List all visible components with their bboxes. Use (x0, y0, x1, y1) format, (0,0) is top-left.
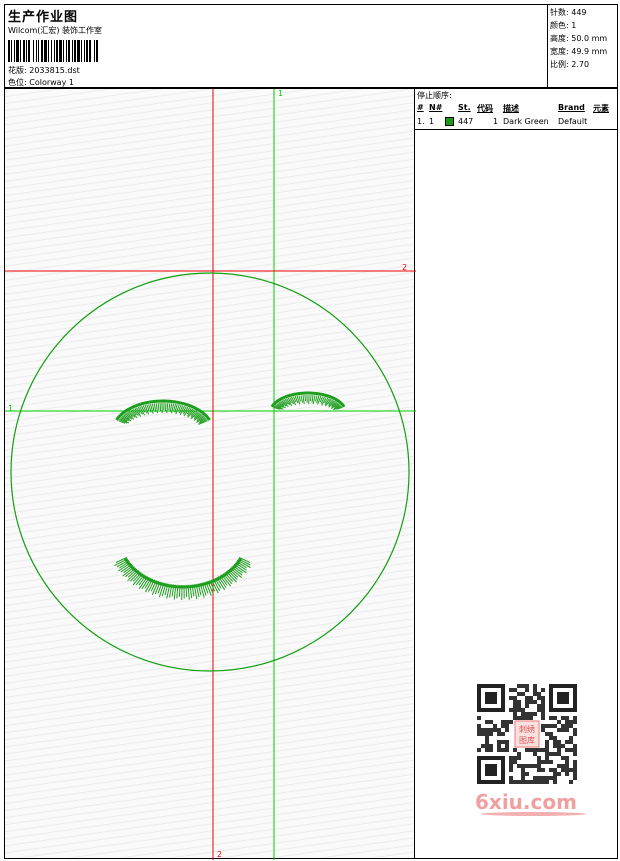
qr-center-text-1: 刺绣 (519, 724, 535, 734)
stop-sequence-title: 停止顺序: (417, 91, 452, 100)
col-needle: N# (429, 103, 443, 112)
qr-center-text-2: 图库 (519, 735, 535, 745)
company-name: Wilcom(汇宏) 装饰工作室 (8, 26, 103, 35)
row-index: 1. (417, 117, 425, 126)
red-guide-horizontal-label: 2 (402, 263, 407, 272)
colorway-value: Colorway 1 (29, 78, 74, 87)
col-description: 描述 (503, 104, 519, 113)
red-guide-vertical-label: 2 (217, 850, 222, 859)
watermark-text: 6xiu.com (475, 790, 577, 814)
green-guide-vertical-label: 1 (278, 89, 283, 98)
col-code: 代码 (477, 104, 493, 113)
col-brand: Brand (558, 103, 585, 112)
col-element: 元素 (593, 104, 609, 113)
stop-row[interactable]: 1. 1 447 1 Dark Green Default (415, 116, 617, 129)
thread-color-swatch (445, 117, 454, 126)
design-file-line: 花版: 2033815.dst (8, 65, 80, 76)
color-count: 颜色: 1 (550, 21, 577, 30)
green-guide-horizontal-label: 1 (8, 404, 13, 413)
design-label: 花版: (8, 66, 27, 75)
header-panel: 生产作业图 Wilcom(汇宏) 装饰工作室 花版: 2033815.dst 色… (4, 4, 618, 88)
design-scale: 比例: 2.70 (550, 60, 590, 69)
stop-sequence-divider (415, 129, 617, 130)
watermark-swoosh (481, 812, 586, 816)
colorway-label: 色位: (8, 78, 27, 87)
stop-sequence-header: # N# St. 代码 描述 Brand 元素 (415, 102, 617, 116)
design-width: 宽度: 49.9 mm (550, 47, 608, 56)
watermark-logo: 6xiu.com (475, 790, 586, 816)
col-stitches: St. (458, 103, 471, 112)
face-outline (10, 272, 410, 672)
right-eye (270, 391, 346, 411)
left-eye (115, 399, 211, 425)
col-index: # (417, 103, 424, 112)
design-height: 高度: 50.0 mm (550, 34, 608, 43)
embroidery-preview: 1 1 2 2 (5, 89, 416, 860)
stats-panel: 针数: 449 颜色: 1 高度: 50.0 mm 宽度: 49.9 mm 比例… (547, 5, 618, 88)
colorway-line: 色位: Colorway 1 (8, 77, 74, 88)
row-description: Dark Green (503, 117, 549, 126)
stitch-count: 针数: 449 (550, 8, 587, 17)
design-canvas[interactable]: 1 1 2 2 (4, 88, 416, 860)
design-file-name: 2033815.dst (29, 66, 80, 75)
row-code: 1 (493, 117, 499, 126)
row-brand: Default (558, 117, 588, 126)
page-title: 生产作业图 (8, 10, 79, 25)
barcode (8, 40, 148, 62)
qr-code-graphic: 刺绣 图库 (477, 684, 577, 784)
qr-code: 刺绣 图库 (470, 680, 584, 790)
mouth (114, 556, 251, 601)
row-needle: 1 (429, 117, 435, 126)
row-stitches: 447 (458, 117, 474, 126)
